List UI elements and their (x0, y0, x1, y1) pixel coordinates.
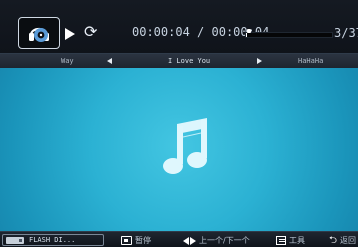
pause-label: 暂停 (135, 236, 151, 245)
prev-arrow-icon[interactable] (107, 58, 112, 64)
elapsed-time: 00:00:04 (132, 25, 190, 39)
track-counter: 3/37 (334, 26, 358, 40)
storage-device[interactable]: FLASH DI... (2, 234, 104, 246)
playback-progress-bar[interactable] (245, 29, 333, 38)
prev-next-hint[interactable]: 上一个/下一个 (183, 235, 250, 246)
progress-knob[interactable] (246, 29, 251, 33)
prev-next-label: 上一个/下一个 (199, 236, 250, 245)
music-player-screen: ⟳ 00:00:04 / 00:00:04 3/37 Way I Love Yo… (0, 0, 358, 247)
headphones-disc-icon (18, 17, 60, 49)
back-hint[interactable]: ⮌ 返回 (329, 235, 356, 246)
track-nav-bar: Way I Love You HaHaHa (0, 54, 358, 68)
repeat-icon[interactable]: ⟳ (84, 23, 102, 41)
prev-next-icon (183, 236, 196, 245)
pause-key-icon (121, 236, 132, 245)
music-content-area (0, 68, 358, 231)
next-track-name[interactable]: HaHaHa (298, 57, 323, 65)
player-status-bar: ⟳ 00:00:04 / 00:00:04 3/37 (0, 0, 358, 54)
storage-label: FLASH DI... (29, 236, 76, 244)
flash-drive-icon (6, 236, 24, 244)
next-arrow-icon[interactable] (257, 58, 262, 64)
tools-hint[interactable]: 工具 (276, 235, 305, 246)
pause-hint[interactable]: 暂停 (121, 235, 151, 246)
control-hints-bar: FLASH DI... 暂停 上一个/下一个 工具 ⮌ 返回 (0, 231, 358, 247)
time-separator: / (197, 25, 205, 39)
back-icon: ⮌ (329, 234, 338, 246)
music-note-icon (163, 118, 207, 174)
prev-track-name[interactable]: Way (61, 57, 74, 65)
play-icon[interactable] (65, 28, 75, 40)
progress-fill (246, 33, 247, 37)
tools-label: 工具 (289, 236, 305, 245)
current-track-title: I Love You (168, 57, 211, 65)
back-label: 返回 (340, 236, 357, 245)
tools-icon (276, 236, 286, 245)
